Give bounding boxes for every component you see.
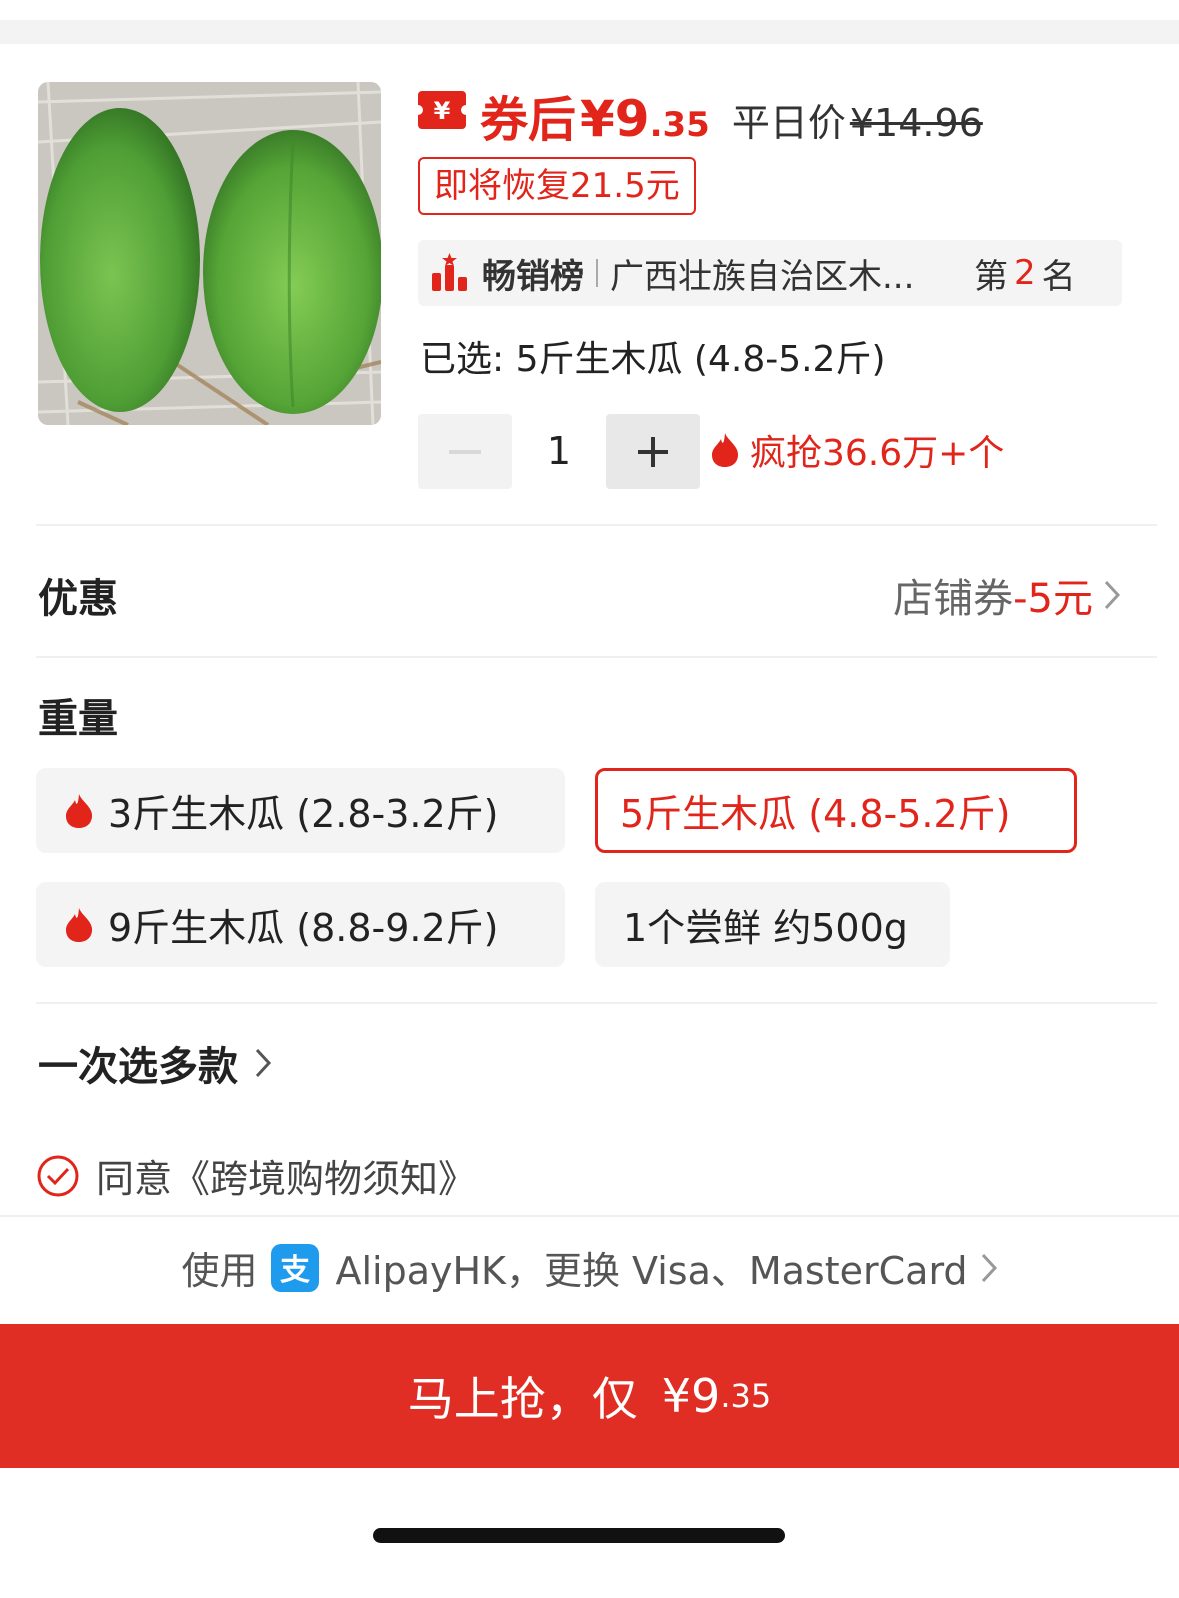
weight-option-9jin[interactable]: 9斤生木瓜 (8.8-9.2斤) [36, 882, 565, 967]
chevron-right-icon [981, 1253, 997, 1282]
buy-now-price-decimal: .35 [720, 1377, 772, 1415]
hot-sales-indicator: 疯抢36.6万+个 [710, 424, 1004, 476]
discount-amount: -5元 [1013, 576, 1093, 622]
coupon-price-label: 券后 [480, 92, 577, 148]
quantity-value[interactable]: 1 [512, 414, 606, 489]
agreement-text: 同意《跨境购物须知》 [96, 1157, 477, 1201]
alipayhk-icon: 支 [271, 1243, 320, 1292]
ranking-title: 畅销榜 [482, 256, 584, 297]
divider [36, 656, 1157, 658]
home-indicator[interactable] [373, 1528, 785, 1543]
ranking-separator [596, 259, 598, 287]
product-image[interactable] [38, 82, 381, 425]
selected-variant: 已选: 5斤生木瓜 (4.8-5.2斤) [420, 339, 886, 380]
weight-option-label: 5斤生木瓜 (4.8-5.2斤) [620, 792, 1011, 836]
ranking-chart-icon [432, 253, 467, 291]
payment-prefix: 使用 [181, 1249, 258, 1293]
svg-text:¥: ¥ [434, 97, 451, 125]
buy-now-label: 马上抢，仅 [407, 1372, 638, 1426]
chevron-right-icon [1104, 580, 1121, 610]
buy-now-price-integer: ¥9 [661, 1369, 721, 1423]
price-row: ¥ 券后 ¥9 .35 平日价 ¥14.96 [418, 80, 983, 148]
discount-selector[interactable]: 店铺券 -5元 [893, 566, 1121, 624]
regular-price-label: 平日价 [731, 101, 846, 145]
coupon-icon: ¥ [418, 91, 466, 129]
quantity-increase-button[interactable] [606, 414, 700, 489]
weight-option-trial[interactable]: 1个尝鲜 约500g [595, 882, 950, 967]
coupon-price-decimal: .35 [649, 105, 710, 145]
coupon-price-integer: ¥9 [580, 90, 650, 148]
discount-title: 优惠 [38, 576, 118, 622]
flame-icon [66, 793, 93, 828]
top-separator [0, 20, 1179, 44]
ranking-category: 广西壮族自治区木... [610, 256, 915, 297]
weight-option-5jin[interactable]: 5斤生木瓜 (4.8-5.2斤) [595, 768, 1077, 853]
weight-option-3jin[interactable]: 3斤生木瓜 (2.8-3.2斤) [36, 768, 565, 853]
checkmark-circle-icon [37, 1155, 79, 1196]
chevron-right-icon [255, 1048, 272, 1078]
buy-now-button[interactable]: 马上抢，仅 ¥9 .35 [0, 1324, 1179, 1468]
rank-suffix: 名 [1041, 256, 1076, 297]
regular-price: ¥14.96 [849, 101, 983, 145]
weight-option-label: 1个尝鲜 约500g [623, 906, 908, 950]
payment-method-text: AlipayHK，更换 Visa、MasterCard [335, 1249, 968, 1293]
hot-sales-text: 疯抢36.6万+个 [750, 433, 1005, 474]
svg-text:支: 支 [280, 1253, 310, 1288]
price-restore-badge: 即将恢复21.5元 [418, 157, 696, 215]
minus-icon [449, 449, 481, 454]
divider [0, 1215, 1179, 1217]
weight-option-label: 3斤生木瓜 (2.8-3.2斤) [108, 792, 499, 836]
multi-select-link[interactable]: 一次选多款 [38, 1034, 272, 1092]
rank-prefix: 第 [974, 256, 1008, 297]
multi-select-label: 一次选多款 [38, 1044, 238, 1090]
quantity-decrease-button[interactable] [418, 414, 512, 489]
divider [36, 1002, 1157, 1004]
rank-number: 2 [1014, 253, 1036, 293]
discount-label: 店铺券 [893, 576, 1014, 622]
agreement-checkbox[interactable]: 同意《跨境购物须知》 [36, 1148, 476, 1203]
flame-icon [66, 907, 93, 942]
weight-option-label: 9斤生木瓜 (8.8-9.2斤) [108, 906, 499, 950]
weight-title: 重量 [38, 696, 118, 742]
divider [36, 524, 1157, 526]
payment-method-selector[interactable]: 使用 支 AlipayHK，更换 Visa、MasterCard [0, 1240, 1179, 1295]
plus-icon [638, 436, 668, 467]
flame-icon [712, 433, 739, 467]
bestseller-ranking[interactable]: 畅销榜 广西壮族自治区木... 第 2 名 [418, 240, 1122, 306]
